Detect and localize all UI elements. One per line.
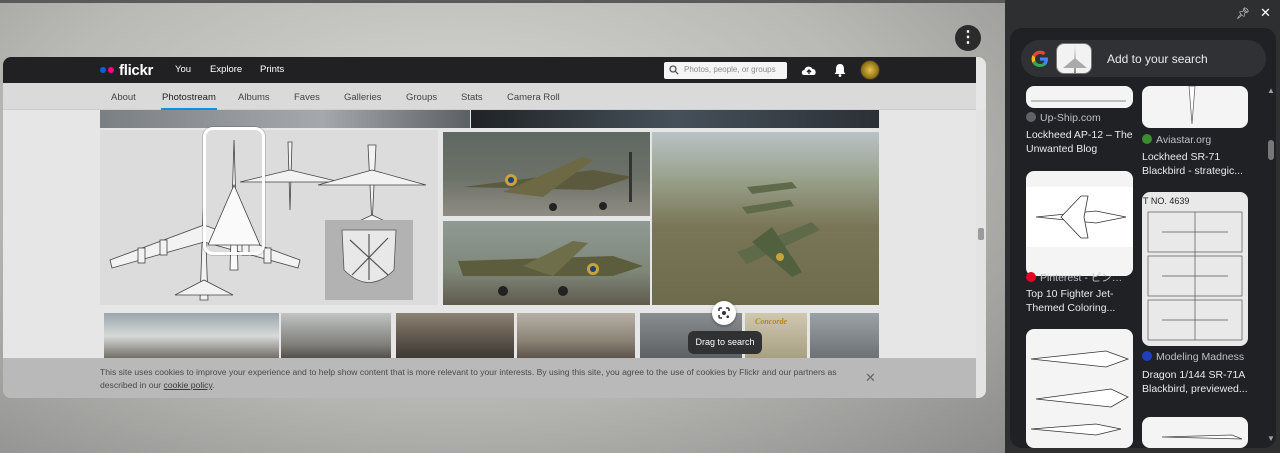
lens-glyph bbox=[718, 307, 730, 319]
result-image-sr71-topview bbox=[1026, 187, 1133, 247]
google-g-icon bbox=[1031, 50, 1048, 67]
flickr-header: flickr You Explore Prints Photos, people… bbox=[3, 57, 976, 83]
pinterest-icon bbox=[1026, 272, 1036, 282]
search-placeholder: Add to your search bbox=[1107, 52, 1208, 66]
scroll-down-arrow-icon[interactable]: ▼ bbox=[1267, 434, 1275, 443]
photo-tile-hurricane-2[interactable] bbox=[443, 221, 650, 305]
result-image[interactable] bbox=[1142, 417, 1248, 448]
result-source-text: Up-Ship.com bbox=[1040, 112, 1101, 124]
tab-albums[interactable]: Albums bbox=[238, 92, 270, 103]
search-input[interactable]: Photos, people, or groups bbox=[664, 62, 787, 79]
result-source-text: Aviastar.org bbox=[1156, 134, 1212, 146]
result-image[interactable] bbox=[1142, 86, 1248, 128]
logo-blue-dot bbox=[100, 67, 106, 73]
scroll-up-arrow-icon[interactable]: ▲ bbox=[1267, 86, 1275, 95]
photostream-subnav: About Photostream Albums Faves Galleries… bbox=[3, 83, 976, 110]
photo-tile-spitfires[interactable] bbox=[652, 132, 879, 305]
cookie-end: . bbox=[212, 380, 215, 390]
result-source[interactable]: Modeling Madness bbox=[1142, 351, 1244, 363]
logo-text: flickr bbox=[119, 61, 154, 79]
photo-tile-aircraft-drawing[interactable] bbox=[100, 130, 438, 305]
photo-tile[interactable] bbox=[104, 313, 279, 359]
page-scrollbar[interactable] bbox=[976, 110, 986, 398]
result-image-sr71-side bbox=[1188, 86, 1196, 125]
photo-tile[interactable] bbox=[100, 110, 470, 128]
tab-about[interactable]: About bbox=[111, 92, 136, 103]
flickr-logo[interactable]: flickr bbox=[100, 61, 154, 79]
concorde-label: Concorde bbox=[755, 317, 787, 326]
result-image-drawing bbox=[1031, 100, 1126, 102]
result-title[interactable]: Dragon 1/144 SR-71A Blackbird, previewed… bbox=[1142, 368, 1257, 396]
cookie-banner: This site uses cookies to improve your e… bbox=[3, 358, 976, 398]
result-title[interactable]: Top 10 Fighter Jet-Themed Coloring... bbox=[1026, 287, 1141, 315]
spitfire-formation-image bbox=[737, 182, 820, 277]
pin-icon[interactable]: 📌︎ bbox=[1236, 7, 1250, 20]
photo-tile[interactable] bbox=[517, 313, 635, 359]
result-image-partial bbox=[1161, 434, 1243, 440]
tab-photostream[interactable]: Photostream bbox=[161, 92, 217, 110]
result-source[interactable]: Up-Ship.com bbox=[1026, 112, 1101, 124]
tab-faves[interactable]: Faves bbox=[294, 92, 320, 103]
search-icon bbox=[669, 65, 679, 75]
photo-tile[interactable] bbox=[396, 313, 514, 359]
avatar[interactable] bbox=[860, 60, 880, 80]
result-image[interactable]: T NO. 4639 bbox=[1142, 192, 1248, 346]
result-source[interactable]: Pinterest - ピン… bbox=[1026, 270, 1122, 285]
logo-pink-dot bbox=[108, 67, 114, 73]
results-scrollbar[interactable]: ▲ ▼ bbox=[1266, 84, 1276, 446]
search-bar[interactable]: Add to your search bbox=[1021, 40, 1266, 77]
result-source-text: Pinterest - ピン… bbox=[1040, 272, 1123, 284]
hurricane-image bbox=[463, 152, 633, 211]
query-thumbnail-image bbox=[1063, 46, 1087, 73]
result-image-coloring bbox=[1030, 350, 1130, 436]
three-dots-vertical-icon[interactable]: ⋮ bbox=[955, 25, 981, 51]
lens-selection-box[interactable] bbox=[203, 127, 265, 255]
tab-groups[interactable]: Groups bbox=[406, 92, 437, 103]
photo-tile[interactable] bbox=[281, 313, 391, 359]
result-image[interactable] bbox=[1026, 329, 1133, 448]
result-source-text: Modeling Madness bbox=[1156, 351, 1245, 363]
cookie-policy-link[interactable]: cookie policy bbox=[164, 380, 213, 390]
search-placeholder: Photos, people, or groups bbox=[684, 65, 776, 74]
photo-tile[interactable] bbox=[810, 313, 879, 359]
lens-icon[interactable] bbox=[712, 301, 736, 325]
result-source[interactable]: Aviastar.org bbox=[1142, 134, 1211, 146]
window-top-edge bbox=[0, 0, 1005, 3]
close-panel-icon[interactable]: ✕ bbox=[1260, 5, 1271, 21]
result-image[interactable] bbox=[1026, 171, 1133, 276]
tab-camera-roll[interactable]: Camera Roll bbox=[507, 92, 560, 103]
results-scroll-thumb[interactable] bbox=[1268, 140, 1274, 160]
cookie-text: This site uses cookies to improve your e… bbox=[100, 366, 870, 392]
query-thumbnail[interactable] bbox=[1056, 43, 1092, 74]
nav-you[interactable]: You bbox=[175, 64, 191, 75]
nav-explore[interactable]: Explore bbox=[210, 64, 242, 75]
hurricane-ground-image bbox=[458, 241, 643, 296]
result-image-model-kit bbox=[1147, 211, 1243, 341]
photo-tile-hurricane-1[interactable] bbox=[443, 132, 650, 216]
result-title[interactable]: Lockheed AP-12 – The Unwanted Blog bbox=[1026, 128, 1141, 156]
aviastar-icon bbox=[1142, 134, 1152, 144]
photo-tile[interactable] bbox=[471, 110, 879, 128]
bell-icon[interactable] bbox=[831, 62, 849, 78]
lens-results-panel: Add to your search Up-Ship.com Lockheed … bbox=[1010, 28, 1276, 448]
card-text: T NO. 4639 bbox=[1143, 196, 1190, 206]
result-image[interactable] bbox=[1026, 86, 1133, 108]
upload-cloud-icon[interactable] bbox=[800, 62, 818, 78]
globe-icon bbox=[1026, 112, 1036, 122]
tab-stats[interactable]: Stats bbox=[461, 92, 483, 103]
aircraft-drawing-image bbox=[109, 139, 427, 301]
close-icon[interactable]: ✕ bbox=[865, 371, 876, 384]
nav-prints[interactable]: Prints bbox=[260, 64, 284, 75]
drag-to-search-tooltip: Drag to search bbox=[688, 331, 762, 354]
browser-page: flickr You Explore Prints Photos, people… bbox=[3, 57, 986, 398]
tab-galleries[interactable]: Galleries bbox=[344, 92, 382, 103]
modeling-madness-icon bbox=[1142, 351, 1152, 361]
result-title[interactable]: Lockheed SR-71 Blackbird - strategic... bbox=[1142, 150, 1257, 178]
page-scroll-thumb[interactable] bbox=[978, 228, 984, 240]
